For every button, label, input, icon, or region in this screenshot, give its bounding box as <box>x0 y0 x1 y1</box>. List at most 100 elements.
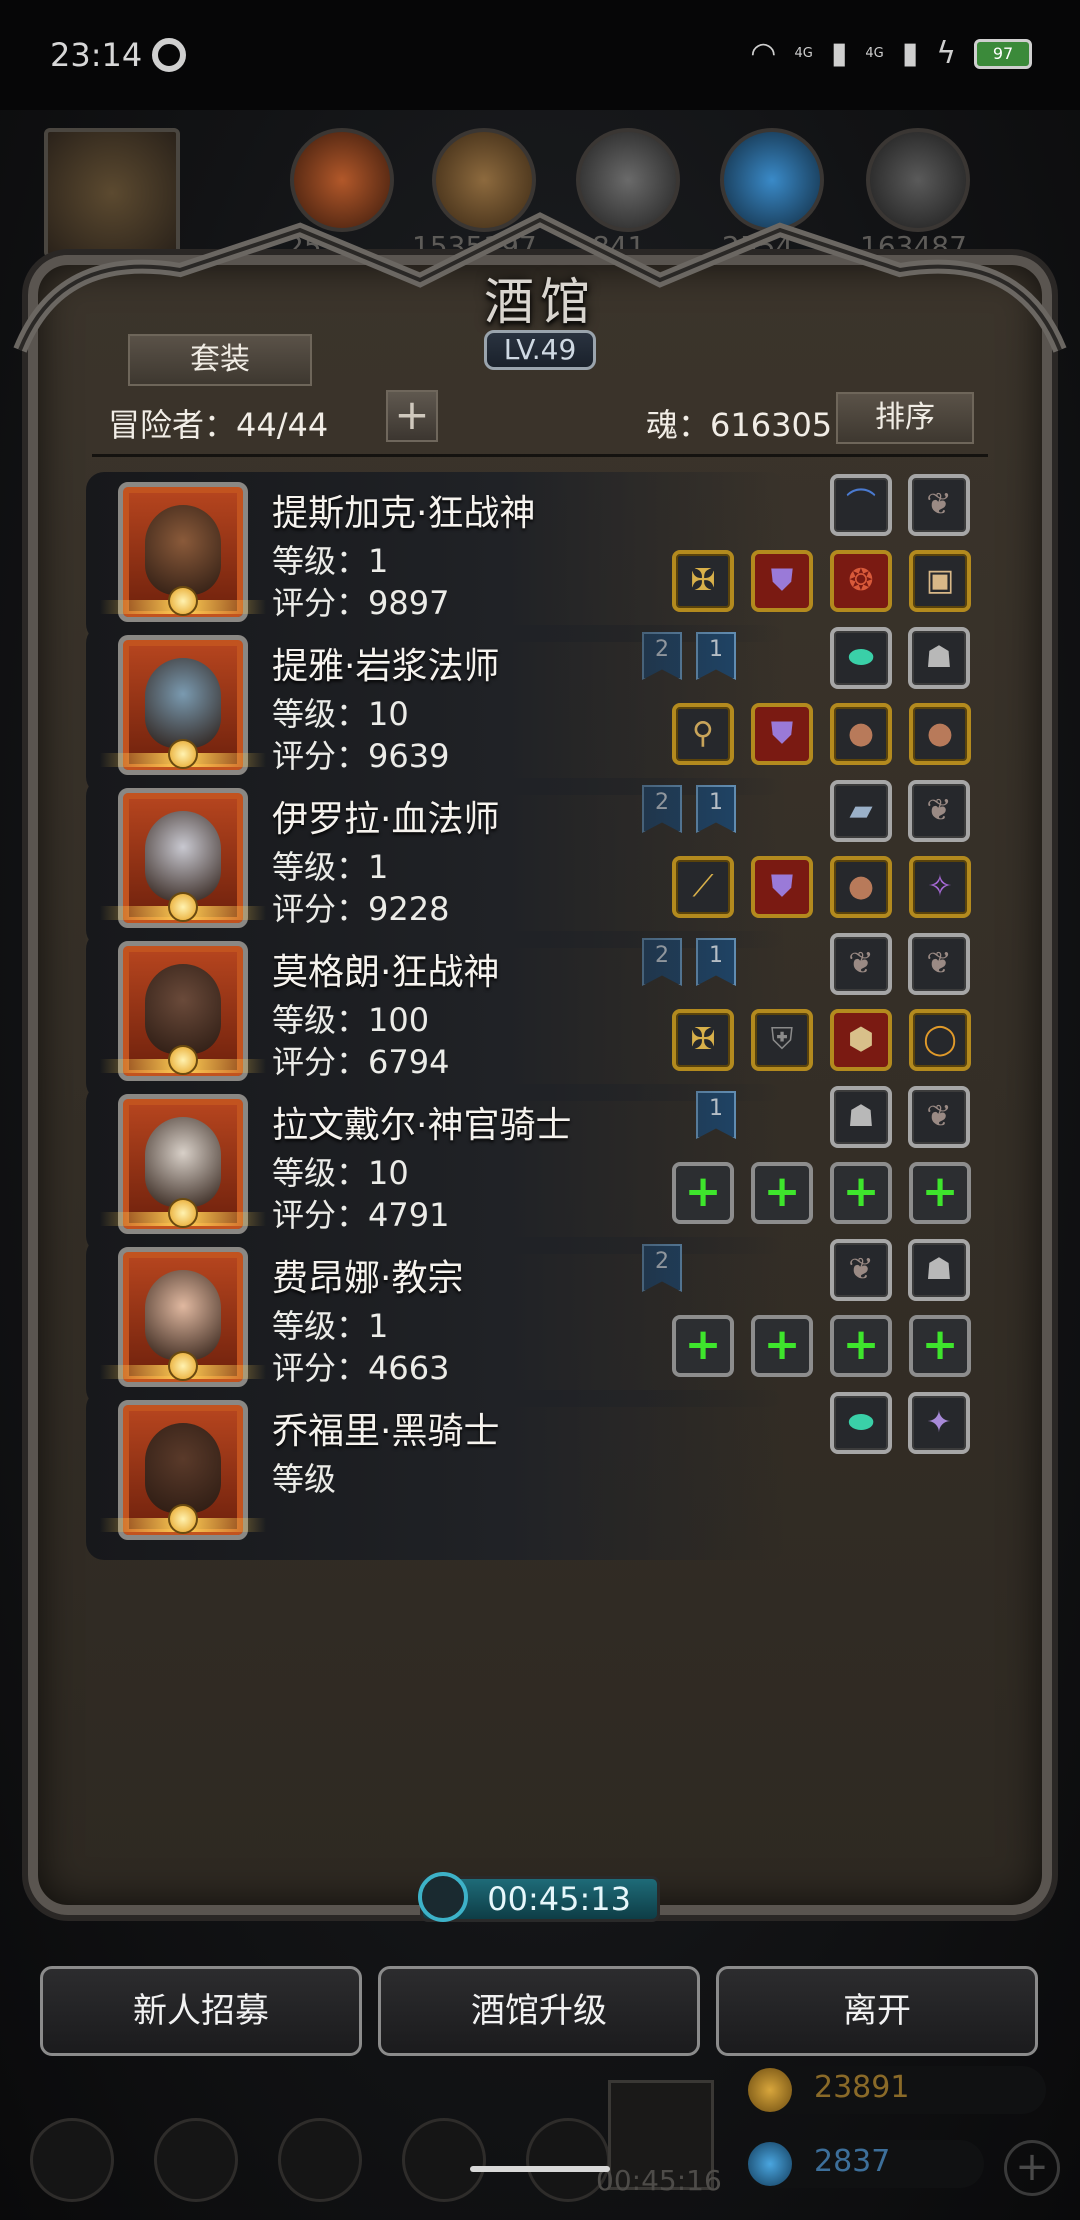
leave-button[interactable]: 离开 <box>716 1966 1038 2056</box>
crystal-resource-icon[interactable] <box>720 128 824 232</box>
hero-level: 等级 <box>272 1460 337 1498</box>
gear-slot[interactable]: ❦ <box>908 933 970 995</box>
status-right: ◠ 4G ▮ 4G ▮ ϟ 97 <box>750 36 1032 71</box>
equipment-slot[interactable]: + <box>672 1162 734 1224</box>
hero-name: 费昂娜·教宗 <box>272 1258 464 1299</box>
rank-star-icon <box>168 586 198 616</box>
tavern-level-badge: LV.49 <box>484 330 596 370</box>
wand-icon: ⟋ <box>692 869 714 904</box>
gear-slot[interactable]: ☗ <box>908 1239 970 1301</box>
recruit-button[interactable]: 新人招募 <box>40 1966 362 2056</box>
equipment-slot[interactable]: ⛊ <box>751 703 813 765</box>
wifi-icon: ◠ <box>750 36 777 71</box>
equipment-slot[interactable]: ⛊ <box>751 550 813 612</box>
equipment-slot[interactable]: ▣ <box>909 550 971 612</box>
gear-slot[interactable]: ⬬ <box>830 1392 892 1454</box>
gear-slot[interactable]: ❦ <box>830 1239 892 1301</box>
sort-button[interactable]: 排序 <box>836 392 974 444</box>
axe-icon: ✠ <box>690 563 716 598</box>
add-slot-button[interactable]: + <box>386 390 438 442</box>
equipment-slot[interactable]: + <box>909 1162 971 1224</box>
equipment-slot[interactable]: + <box>909 1315 971 1377</box>
network-label-2: 4G <box>865 46 884 61</box>
gear-slot[interactable]: ❦ <box>908 780 970 842</box>
soul-count: 魂：616305 <box>646 406 833 444</box>
meat-resource-icon[interactable] <box>290 128 394 232</box>
settings-icon[interactable] <box>30 2118 114 2202</box>
gear-slot[interactable]: ❦ <box>908 1086 970 1148</box>
gear-slot[interactable]: ❦ <box>908 474 970 536</box>
mask-icon: ☗ <box>925 1252 953 1287</box>
equipment-set-button[interactable]: 套装 <box>128 334 312 386</box>
add-icon: + <box>842 1166 880 1217</box>
crystal-icon: ✦ <box>926 1405 952 1440</box>
player-avatar[interactable] <box>44 128 180 258</box>
equipment-slot[interactable]: ● <box>830 703 892 765</box>
hero-name: 拉文戴尔·神官骑士 <box>272 1105 572 1146</box>
add-icon: + <box>921 1319 959 1370</box>
rank-star-icon <box>168 1351 198 1381</box>
home-indicator[interactable] <box>470 2166 610 2172</box>
hero-list[interactable]: 提斯加克·狂战神等级：1评分：9897⌒❦✠⛊❂▣竞21提雅·岩浆法师等级：10… <box>60 462 1020 1852</box>
hero-name: 莫格朗·狂战神 <box>272 952 500 993</box>
gear-slot[interactable]: ⌒ <box>830 474 892 536</box>
gem-value: 2837 <box>814 2144 891 2179</box>
adventurer-count: 冒险者：44/44 <box>108 406 329 444</box>
equipment-slot[interactable]: ❂ <box>830 550 892 612</box>
stone-resource-icon[interactable] <box>866 128 970 232</box>
iron-resource-icon[interactable] <box>576 128 680 232</box>
equipment-slot[interactable]: ⬢ <box>830 1009 892 1071</box>
status-bar: 23:14 ◠ 4G ▮ 4G ▮ ϟ 97 <box>0 0 1080 110</box>
gear-slot[interactable]: ⬬ <box>830 627 892 689</box>
gear-slot[interactable]: ☗ <box>830 1086 892 1148</box>
gear-slot[interactable]: ▰ <box>830 780 892 842</box>
gem-icon: ⬬ <box>848 640 874 675</box>
rank-star-icon <box>168 739 198 769</box>
hero-face <box>145 1423 221 1513</box>
equipment-slot[interactable]: ⛊ <box>751 856 813 918</box>
equipment-slot[interactable]: ● <box>830 856 892 918</box>
equipment-slot[interactable]: ✠ <box>672 550 734 612</box>
equipment-slot[interactable]: + <box>751 1162 813 1224</box>
hero-face <box>145 811 221 901</box>
rank-star-icon <box>168 1504 198 1534</box>
equipment-slot[interactable]: ● <box>909 703 971 765</box>
tower-icon[interactable] <box>278 2118 362 2202</box>
equipment-slot[interactable]: ✧ <box>909 856 971 918</box>
hero-level: 等级：1 <box>272 848 389 886</box>
equipment-slot[interactable]: + <box>751 1315 813 1377</box>
battery-indicator: 97 <box>974 38 1032 69</box>
add-icon: + <box>763 1166 801 1217</box>
orb-icon: ● <box>926 716 954 751</box>
add-icon: + <box>684 1166 722 1217</box>
equipment-slot[interactable]: + <box>830 1162 892 1224</box>
hero-row[interactable]: 乔福里·黑骑士 等级 ⬬ ✦ <box>86 1380 1004 1560</box>
panel-title: 酒馆 <box>484 273 596 331</box>
equipment-slot[interactable]: ✠ <box>672 1009 734 1071</box>
gem-counter: 2837 <box>744 2140 984 2188</box>
rank-star-icon <box>168 1198 198 1228</box>
equipment-slot[interactable]: ⟋ <box>672 856 734 918</box>
gear-slot[interactable]: ✦ <box>908 1392 970 1454</box>
gear-slot[interactable]: ☗ <box>908 627 970 689</box>
wood-resource-icon[interactable] <box>432 128 536 232</box>
equipment-slot[interactable]: ⛨ <box>751 1009 813 1071</box>
rank-star-icon <box>168 892 198 922</box>
star-icon[interactable] <box>154 2118 238 2202</box>
app-notification-icon <box>152 38 186 72</box>
gold-value: 23891 <box>814 2070 910 2105</box>
hero-level: 等级：10 <box>272 1154 409 1192</box>
hero-name: 乔福里·黑骑士 <box>272 1411 500 1452</box>
book-icon[interactable] <box>402 2118 486 2202</box>
upgrade-tavern-button[interactable]: 酒馆升级 <box>378 1966 700 2056</box>
equipment-slot[interactable]: ⚲ <box>672 703 734 765</box>
gear-slot[interactable]: ❦ <box>830 933 892 995</box>
equipment-slot[interactable]: ◯ <box>909 1009 971 1071</box>
cloak-icon: ❂ <box>848 563 874 598</box>
hero-level: 等级：1 <box>272 542 389 580</box>
equipment-slot[interactable]: + <box>830 1315 892 1377</box>
gem-icon: ⬬ <box>848 1405 874 1440</box>
add-currency-icon[interactable]: + <box>1004 2140 1060 2196</box>
gem-icon <box>748 2142 792 2186</box>
equipment-slot[interactable]: + <box>672 1315 734 1377</box>
